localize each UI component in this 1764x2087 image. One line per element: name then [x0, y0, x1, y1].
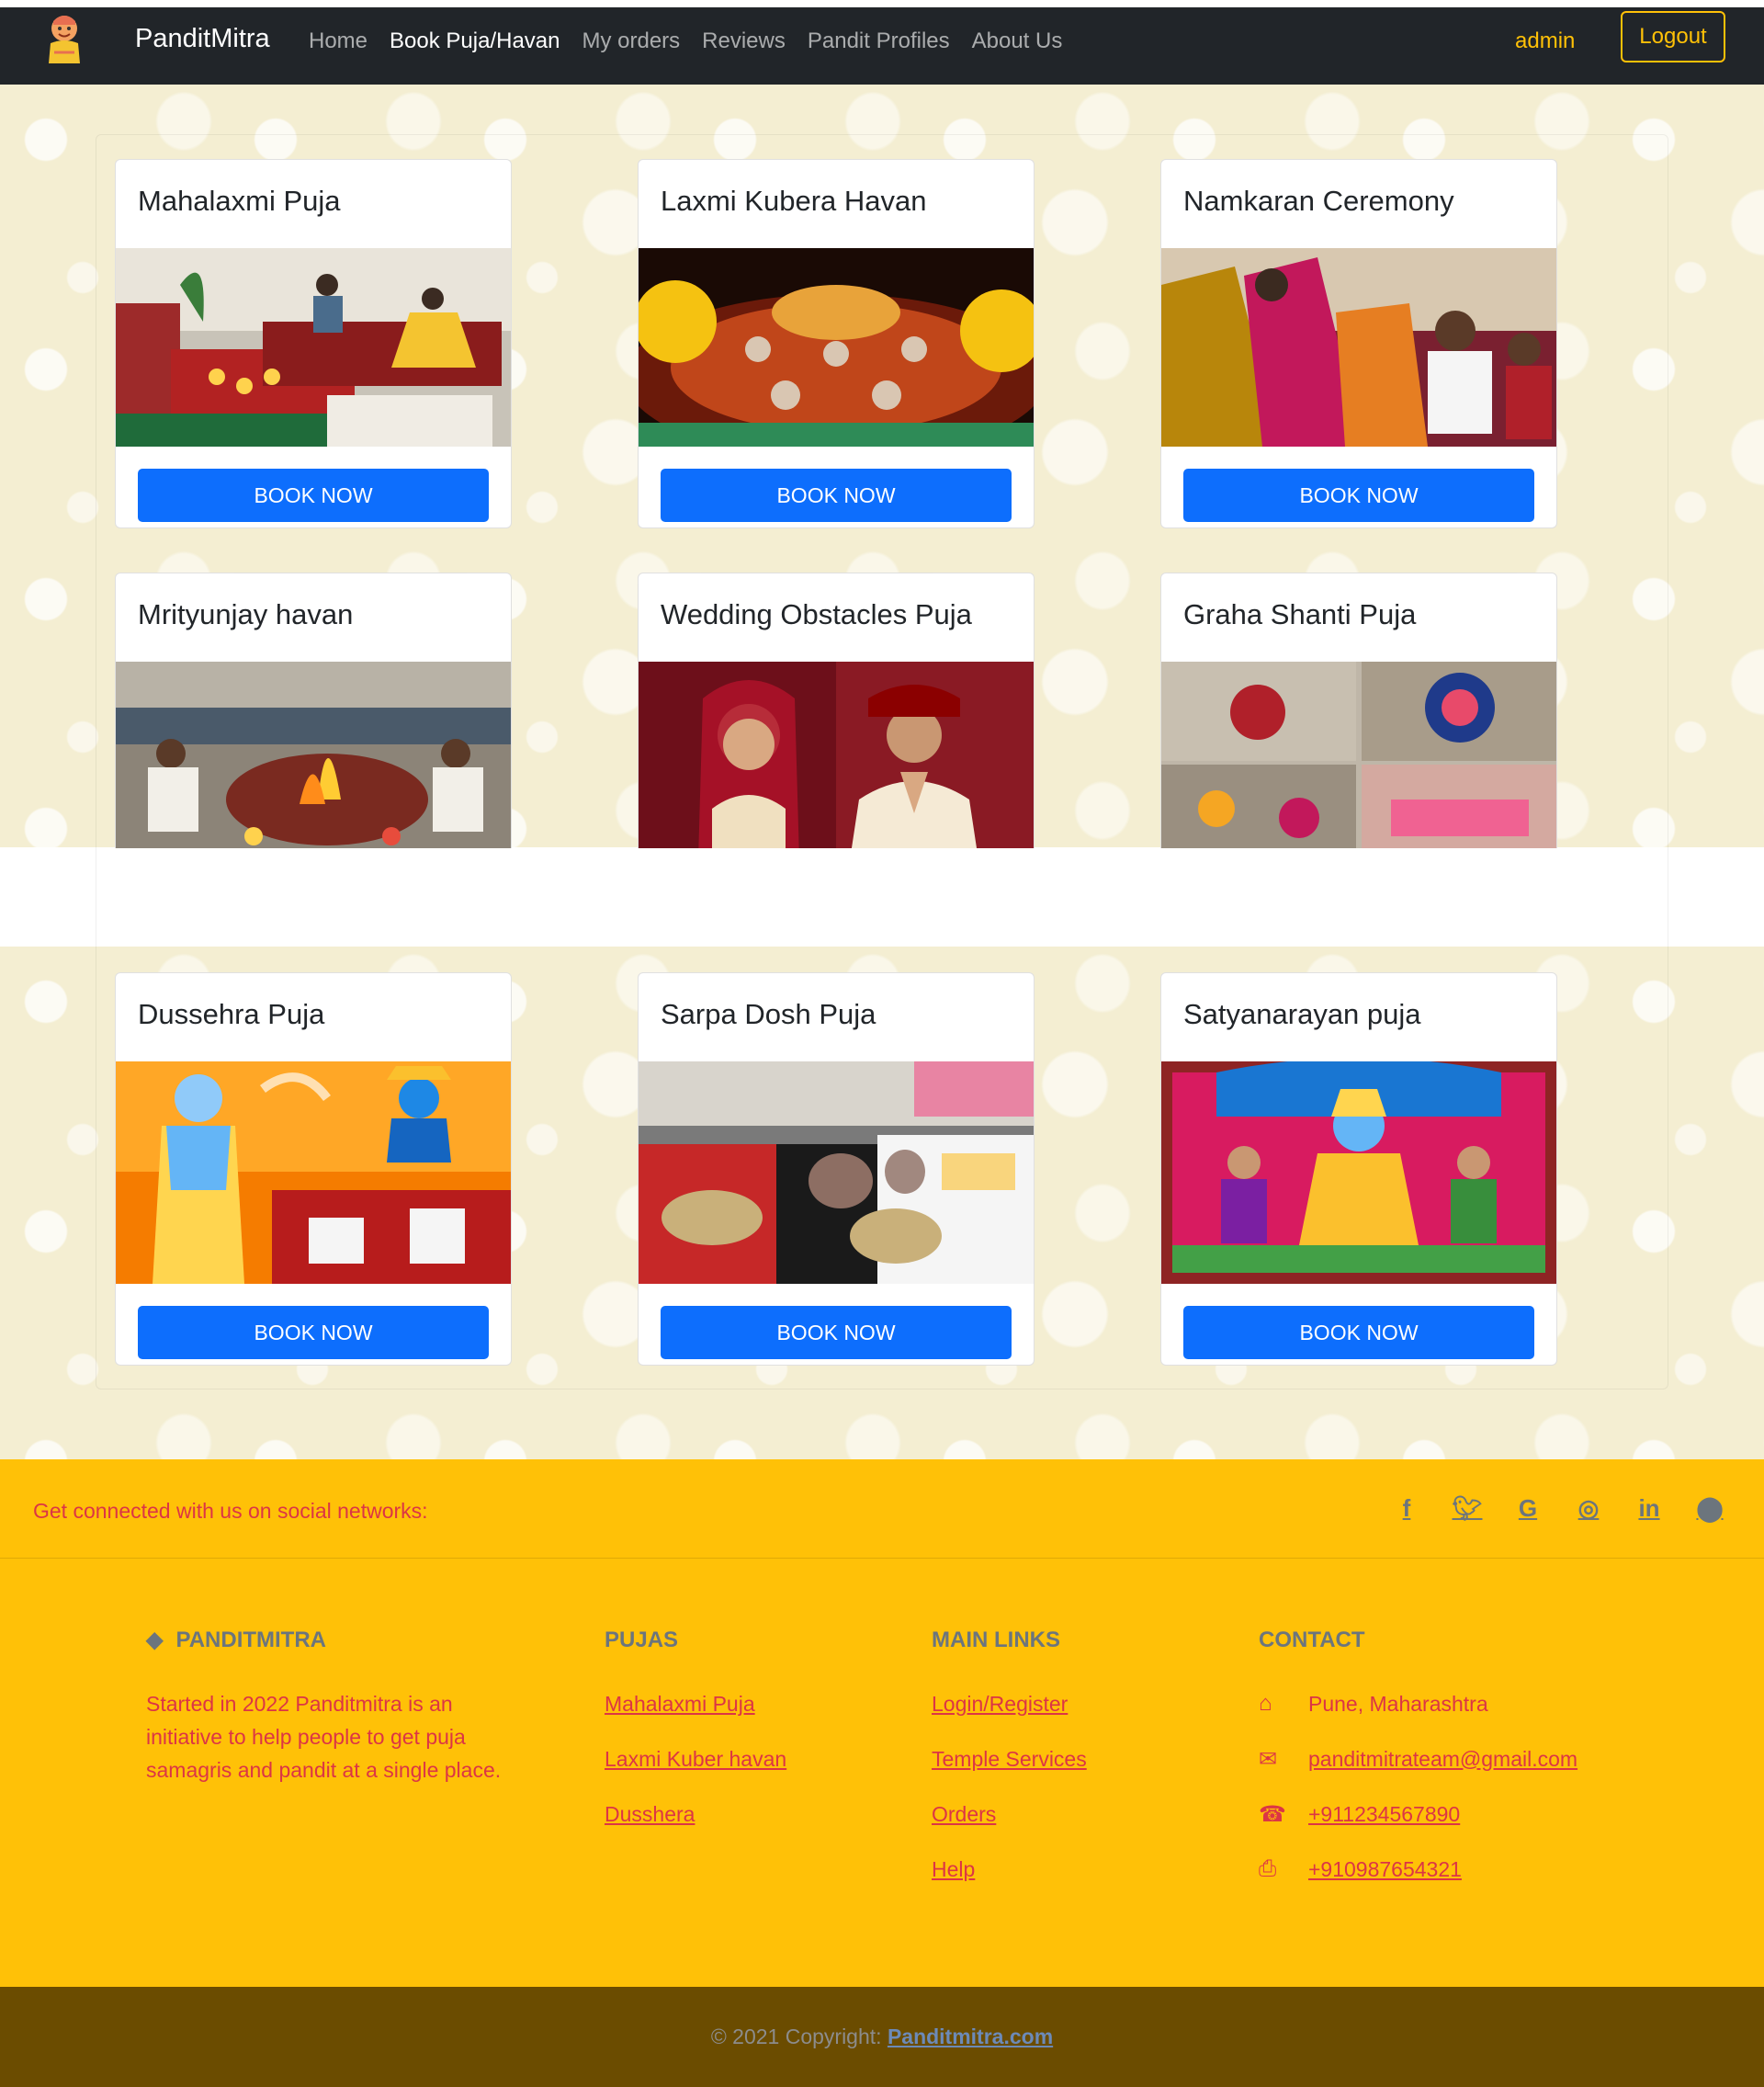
nav-about-us[interactable]: About Us: [972, 28, 1063, 55]
footer-pujas-heading: PUJAS: [605, 1628, 679, 1652]
home-icon: ⌂: [1259, 1691, 1272, 1716]
footer-link-mahalaxmi[interactable]: Mahalaxmi Puja: [605, 1691, 786, 1717]
puja-card-wedding-obstacles: Wedding Obstacles Puja: [638, 573, 1035, 848]
footer-link-laxmi-kuber[interactable]: Laxmi Kuber havan: [605, 1746, 786, 1772]
nav-book-puja[interactable]: Book Puja/Havan: [390, 28, 560, 55]
laxmi-kubera-havan-image: [639, 248, 1034, 447]
footer-main-links-column: MAIN LINKS Login/Register Temple Service…: [932, 1627, 1087, 1911]
puja-card-laxmi-kubera: Laxmi Kubera Havan BOOK NOW: [638, 159, 1035, 528]
nav-pandit-profiles[interactable]: Pandit Profiles: [808, 28, 950, 55]
mahalaxmi-puja-image: [116, 248, 511, 447]
copyright-site-link[interactable]: Panditmitra.com: [888, 2025, 1053, 2048]
puja-card-mahalaxmi: Mahalaxmi Puja BOOK NOW: [115, 159, 512, 528]
navbar: PanditMitra Home Book Puja/Havan My orde…: [0, 7, 1764, 85]
puja-card-title: Mrityunjay havan: [138, 598, 354, 630]
footer-about-heading: ◆ PANDITMITRA: [146, 1628, 327, 1652]
nav-username[interactable]: admin: [1515, 28, 1575, 55]
book-now-button[interactable]: BOOK NOW: [1183, 1306, 1534, 1359]
twitter-icon[interactable]: 🐦︎: [1437, 1494, 1498, 1523]
github-icon[interactable]: ⬤: [1679, 1494, 1740, 1523]
google-icon[interactable]: G: [1498, 1494, 1558, 1523]
email-link[interactable]: panditmitrateam@gmail.com: [1308, 1747, 1577, 1772]
puja-card-title: Mahalaxmi Puja: [138, 185, 341, 217]
brand-name[interactable]: PanditMitra: [135, 23, 270, 54]
puja-card-title: Graha Shanti Puja: [1183, 598, 1417, 630]
footer-about-column: ◆ PANDITMITRA Started in 2022 Panditmitra…: [146, 1627, 514, 1786]
pandit-logo-icon[interactable]: [45, 12, 84, 65]
social-row: Get connected with us on social networks…: [0, 1459, 1764, 1559]
mrityunjay-havan-image: [116, 662, 511, 848]
footer-contact-heading: CONTACT: [1259, 1628, 1365, 1652]
footer-link-login[interactable]: Login/Register: [932, 1691, 1087, 1717]
footer-main-links-heading: MAIN LINKS: [932, 1628, 1060, 1652]
logout-button[interactable]: Logout: [1621, 11, 1725, 62]
puja-card-graha-shanti: Graha Shanti Puja: [1160, 573, 1557, 848]
nav-reviews[interactable]: Reviews: [702, 28, 786, 55]
puja-card-title: Sarpa Dosh Puja: [661, 998, 876, 1030]
puja-card-title: Laxmi Kubera Havan: [661, 185, 927, 217]
linkedin-icon[interactable]: in: [1619, 1494, 1679, 1523]
book-now-button[interactable]: BOOK NOW: [138, 1306, 489, 1359]
phone-icon: ☎: [1259, 1801, 1286, 1827]
sarpa-dosh-puja-image: [639, 1061, 1034, 1284]
dussehra-puja-image: [116, 1061, 511, 1284]
footer-about-text: Started in 2022 Panditmitra is an initia…: [146, 1692, 502, 1782]
puja-card-sarpa-dosh: Sarpa Dosh Puja BOOK NOW: [638, 972, 1035, 1366]
book-now-button[interactable]: BOOK NOW: [661, 1306, 1012, 1359]
book-now-button[interactable]: BOOK NOW: [661, 469, 1012, 522]
contact-phone: ☎ +911234567890: [1259, 1801, 1577, 1827]
namkaran-ceremony-image: [1161, 248, 1556, 447]
puja-card-satyanarayan: Satyanarayan puja BOOK NOW: [1160, 972, 1557, 1366]
footer-link-orders[interactable]: Orders: [932, 1801, 1087, 1827]
gem-icon: ◆: [146, 1628, 164, 1652]
social-icons: f 🐦︎ G ◎ in ⬤: [1376, 1494, 1740, 1523]
envelope-icon: ✉: [1259, 1746, 1278, 1772]
social-connect-text: Get connected with us on social networks…: [33, 1499, 428, 1523]
footer-contact-column: CONTACT ⌂ Pune, Maharashtra ✉ panditmitr…: [1259, 1627, 1577, 1911]
copyright-text: © 2021 Copyright: Panditmitra.com: [710, 2025, 1054, 2048]
nav-my-orders[interactable]: My orders: [582, 28, 680, 55]
wedding-obstacles-puja-image: [639, 662, 1034, 848]
footer-link-help[interactable]: Help: [932, 1856, 1087, 1882]
footer: Get connected with us on social networks…: [0, 1459, 1764, 1987]
contact-email: ✉ panditmitrateam@gmail.com: [1259, 1746, 1577, 1772]
print-icon: ⎙: [1259, 1856, 1277, 1881]
puja-card-title: Satyanarayan puja: [1183, 998, 1421, 1030]
contact-address: ⌂ Pune, Maharashtra: [1259, 1691, 1488, 1716]
graha-shanti-puja-image: [1161, 662, 1556, 848]
puja-card-mrityunjay: Mrityunjay havan: [115, 573, 512, 848]
footer-link-temple-services[interactable]: Temple Services: [932, 1746, 1087, 1772]
book-now-button[interactable]: BOOK NOW: [138, 469, 489, 522]
contact-fax: ⎙ +910987654321: [1259, 1856, 1577, 1882]
puja-card-dussehra: Dussehra Puja BOOK NOW: [115, 972, 512, 1366]
puja-card-namkaran: Namkaran Ceremony BOOK NOW: [1160, 159, 1557, 528]
satyanarayan-puja-image: [1161, 1061, 1556, 1284]
phone-link[interactable]: +911234567890: [1308, 1802, 1460, 1827]
fax-link[interactable]: +910987654321: [1308, 1857, 1462, 1882]
footer-link-dusshera[interactable]: Dusshera: [605, 1801, 786, 1827]
top-strip: [0, 0, 1764, 7]
puja-card-title: Namkaran Ceremony: [1183, 185, 1454, 217]
facebook-icon[interactable]: f: [1376, 1494, 1437, 1523]
puja-card-title: Wedding Obstacles Puja: [661, 598, 972, 630]
instagram-icon[interactable]: ◎: [1558, 1494, 1619, 1523]
puja-card-title: Dussehra Puja: [138, 998, 325, 1030]
nav-home[interactable]: Home: [309, 28, 368, 55]
nav-links: Home Book Puja/Havan My orders Reviews P…: [309, 28, 1084, 55]
book-now-button[interactable]: BOOK NOW: [1183, 469, 1534, 522]
copyright-bar: © 2021 Copyright: Panditmitra.com: [0, 1987, 1764, 2087]
footer-pujas-column: PUJAS Mahalaxmi Puja Laxmi Kuber havan D…: [605, 1627, 786, 1856]
